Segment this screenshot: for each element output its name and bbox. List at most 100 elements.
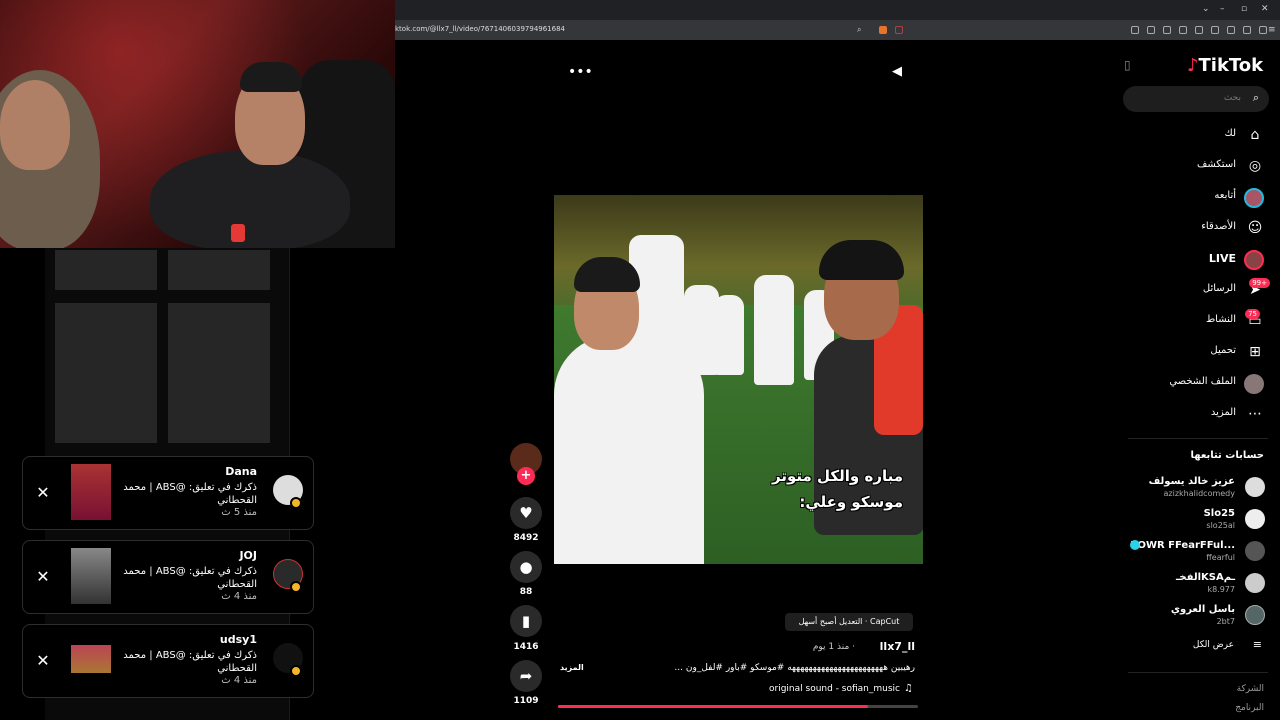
logo-icon (231, 224, 245, 242)
person-right-body (150, 150, 350, 248)
nav-item-for-you[interactable]: ⌂ لك (1160, 124, 1270, 146)
extension-icon[interactable] (1179, 26, 1187, 34)
avatar (1245, 541, 1265, 561)
notification-name: Dana (225, 465, 257, 478)
comment-button[interactable]: ● (510, 551, 542, 583)
progress-fill (558, 705, 868, 708)
footer-link-program[interactable]: البرنامج (1180, 703, 1264, 713)
heart-icon: ♥ (519, 504, 533, 522)
follow-plus-icon[interactable]: + (517, 467, 535, 485)
video-overlay-text: موسكو وعلي: (799, 493, 903, 511)
zoom-icon[interactable]: ⌕ (857, 25, 861, 35)
notification-thumbnail[interactable] (71, 645, 111, 673)
sound-name[interactable]: original sound - sofian_music (740, 684, 900, 694)
notification-time: منذ 4 ث (221, 591, 257, 602)
following-account[interactable]: عزيز خالد يسولف azizkhalidcomedy (1130, 474, 1265, 502)
tiktok-note-icon: ♪ (1187, 55, 1199, 76)
extension-icon[interactable] (1163, 26, 1171, 34)
profile-avatar-icon (1244, 374, 1264, 394)
friends-icon: ☺ (1247, 220, 1263, 236)
webcam-overlay (0, 0, 395, 248)
restore-icon[interactable]: ▫ (1241, 4, 1247, 14)
notification-name: JOJ (239, 549, 257, 562)
notification-card[interactable]: ✕ Dana ذكرك في تعليق: @ABS | محمد القحطا… (22, 456, 314, 530)
see-more-link[interactable]: المزيد (560, 663, 590, 672)
upload-icon: ⊞ (1249, 344, 1261, 360)
search-icon[interactable]: ⌕ (1253, 91, 1259, 105)
wallet-icon[interactable] (1243, 26, 1251, 34)
notification-text: ذكرك في تعليق: @ABS | محمد القحطاني (123, 566, 257, 590)
capcut-badge[interactable]: CapCut · التعديل أصبح أسهل (785, 613, 913, 631)
close-window-icon[interactable]: ✕ (1261, 4, 1269, 14)
search-input[interactable]: ⌕ بحث (1123, 86, 1269, 112)
live-avatar-icon (1244, 250, 1264, 270)
save-count: 1416 (513, 642, 539, 652)
notification-text: ذكرك في تعليق: @ABS | محمد القحطاني (123, 482, 257, 506)
extension-icon[interactable] (1227, 26, 1235, 34)
following-account[interactable]: Slo25 slo25al (1130, 506, 1265, 534)
share-count: 1109 (513, 696, 539, 706)
activity-badge: 75 (1245, 309, 1260, 319)
footer-link-company[interactable]: الشركة (1180, 684, 1264, 694)
notification-thumbnail[interactable] (71, 548, 111, 604)
avatar (1245, 573, 1265, 593)
save-button[interactable]: ▮ (510, 605, 542, 637)
notification-card[interactable]: ✕ udsy1 ذكرك في تعليق: @ABS | محمد القحط… (22, 624, 314, 698)
nav-item-friends[interactable]: ☺ الأصدقاء (1160, 217, 1270, 239)
nav-item-profile[interactable]: الملف الشخصي (1160, 372, 1270, 394)
notification-name: udsy1 (219, 633, 257, 646)
nav-item-upload[interactable]: ⊞ تحميل (1160, 341, 1270, 363)
verified-icon (1130, 540, 1140, 550)
like-button[interactable]: ♥ (510, 497, 542, 529)
following-avatar-icon (1244, 188, 1264, 208)
close-icon[interactable]: ✕ (36, 485, 50, 501)
shield-icon[interactable] (1259, 26, 1267, 34)
menu-icon[interactable]: ≡ (1268, 25, 1276, 35)
volume-icon[interactable]: ◀︎ (892, 64, 902, 79)
address-bar[interactable]: ktok.com/@llx7_ll/video/7671406039794961… (395, 20, 1280, 40)
avatar (1245, 509, 1265, 529)
tab-bar: ⌄ – ▫ ✕ (395, 0, 1280, 20)
close-icon[interactable]: ✕ (36, 653, 50, 669)
notification-card[interactable]: ✕ JOJ ذكرك في تعليق: @ABS | محمد القحطان… (22, 540, 314, 614)
coin-icon (290, 665, 302, 677)
notification-time: منذ 4 ث (221, 675, 257, 686)
close-icon[interactable]: ✕ (36, 569, 50, 585)
notification-time: منذ 5 ث (221, 507, 257, 518)
video-player[interactable]: مباره والكل متوتر موسكو وعلي: (554, 195, 923, 564)
rewards-icon[interactable] (895, 26, 903, 34)
url-text[interactable]: ktok.com/@llx7_ll/video/7671406039794961… (395, 25, 565, 33)
following-accounts-title: حسابات تتابعها (1190, 450, 1264, 461)
comment-icon: ● (519, 558, 533, 576)
nav-item-more[interactable]: ⋯ المزيد (1160, 403, 1270, 425)
nav-item-explore[interactable]: ◎ استكشف (1160, 155, 1270, 177)
extension-icon[interactable] (1195, 26, 1203, 34)
following-account[interactable]: POWR FFearFFul... ffearful (1130, 538, 1265, 566)
sidebar-icon[interactable] (1211, 26, 1219, 34)
chevron-down-icon[interactable]: ⌄ (1202, 4, 1210, 14)
following-account[interactable]: باسل العروي 2bt7 (1130, 602, 1265, 630)
nav-item-messages[interactable]: ➤ الرسائل 99+ (1160, 278, 1270, 301)
post-time: · منذ 1 يوم (812, 642, 855, 652)
nav-item-activity[interactable]: ▭ النشاط 75 (1160, 309, 1270, 332)
avatar (1245, 605, 1265, 625)
see-all-button[interactable]: عرض الكل ≡ (1130, 638, 1264, 656)
more-options-icon[interactable]: ••• (568, 64, 593, 80)
nav-item-live[interactable]: LIVE (1160, 248, 1270, 270)
compass-icon: ◎ (1248, 158, 1262, 174)
collapse-sidebar-icon[interactable]: ▯ (1124, 58, 1131, 72)
following-account[interactable]: الفخـKSAـم k8.977 (1130, 570, 1265, 598)
share-button[interactable]: ➦ (510, 660, 542, 692)
brave-shield-icon[interactable] (879, 26, 887, 34)
notification-thumbnail[interactable] (71, 464, 111, 520)
nav-item-following[interactable]: أتابعه (1160, 186, 1270, 208)
video-overlay-text: مباره والكل متوتر (772, 467, 903, 485)
extension-icon[interactable] (1131, 26, 1139, 34)
like-count: 8492 (513, 533, 539, 543)
tiktok-logo[interactable]: ♪TikTok (1187, 55, 1263, 76)
minimize-icon[interactable]: – (1220, 4, 1225, 14)
extension-icon[interactable] (1147, 26, 1155, 34)
progress-bar[interactable] (558, 705, 918, 708)
avatar (1245, 477, 1265, 497)
tiktok-wordmark: TikTok (1198, 55, 1264, 76)
